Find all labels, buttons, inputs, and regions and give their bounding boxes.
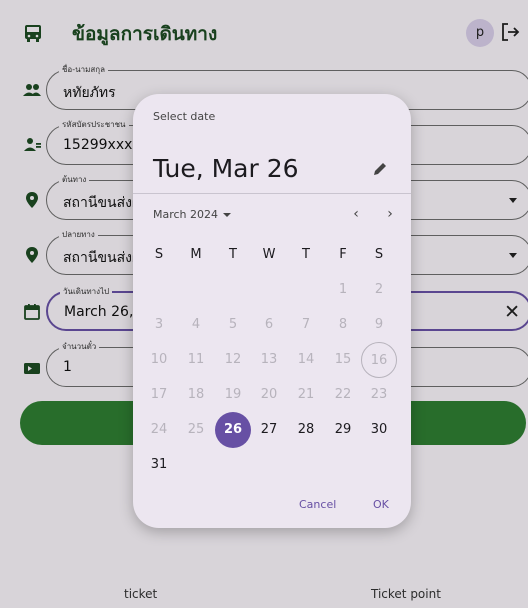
- weekday-label: M: [190, 247, 202, 262]
- calendar-day: 16: [361, 342, 397, 378]
- calendar-day[interactable]: 29: [325, 412, 361, 448]
- calendar-day: 1: [338, 282, 348, 297]
- calendar-day: 6: [264, 317, 274, 332]
- ok-button[interactable]: OK: [373, 498, 389, 511]
- calendar-day: 18: [187, 387, 205, 402]
- calendar-day: 19: [224, 387, 242, 402]
- calendar-day: 3: [154, 317, 164, 332]
- calendar-day: 5: [228, 317, 238, 332]
- dropdown-arrow-icon: [223, 213, 232, 217]
- calendar-day: 8: [338, 317, 348, 332]
- calendar-day: 9: [374, 317, 384, 332]
- month-year-selector[interactable]: March 2024: [153, 208, 232, 221]
- month-year-label: March 2024: [153, 208, 219, 221]
- cancel-button[interactable]: Cancel: [299, 498, 336, 511]
- calendar-day: 20: [260, 387, 278, 402]
- weekday-label: W: [262, 247, 276, 262]
- calendar-day[interactable]: 30: [361, 412, 397, 448]
- calendar-day: 21: [297, 387, 315, 402]
- calendar-day: 12: [224, 352, 242, 367]
- calendar-day[interactable]: 26: [215, 412, 251, 448]
- date-picker-label: Select date: [153, 110, 216, 123]
- date-picker-headline: Tue, Mar 26: [153, 154, 299, 183]
- next-month-icon[interactable]: ›: [381, 205, 399, 223]
- calendar-day: 22: [334, 387, 352, 402]
- calendar-day[interactable]: 31: [141, 447, 177, 483]
- date-picker-dialog: Select date Tue, Mar 26 March 2024 ‹ › S…: [133, 94, 411, 528]
- calendar-day[interactable]: 27: [251, 412, 287, 448]
- calendar-day: 7: [301, 317, 311, 332]
- calendar-day: 15: [334, 352, 352, 367]
- calendar-day[interactable]: 28: [288, 412, 324, 448]
- calendar-day: 13: [260, 352, 278, 367]
- calendar-day: 11: [187, 352, 205, 367]
- calendar-day: 14: [297, 352, 315, 367]
- calendar-day: 25: [187, 422, 205, 437]
- weekday-label: S: [374, 247, 384, 262]
- calendar-day: 17: [150, 387, 168, 402]
- calendar-day: 2: [374, 282, 384, 297]
- weekday-label: T: [302, 247, 310, 262]
- edit-icon[interactable]: [371, 160, 389, 178]
- previous-month-icon[interactable]: ‹: [347, 205, 365, 223]
- calendar-day: 23: [370, 387, 388, 402]
- weekday-label: F: [339, 247, 347, 262]
- calendar-day: 24: [150, 422, 168, 437]
- divider: [133, 193, 411, 194]
- weekday-label: T: [229, 247, 237, 262]
- calendar-day: 4: [191, 317, 201, 332]
- calendar-day: 10: [150, 352, 168, 367]
- weekday-label: S: [154, 247, 164, 262]
